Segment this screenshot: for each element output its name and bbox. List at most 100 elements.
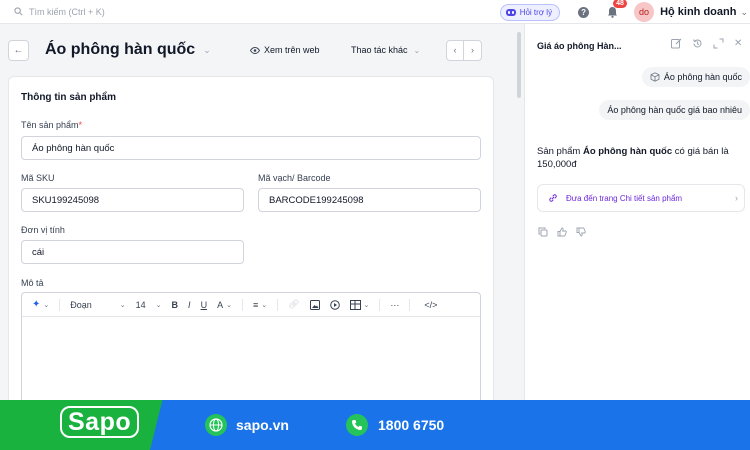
play-icon bbox=[329, 299, 340, 310]
image-button[interactable] bbox=[309, 299, 320, 310]
answer-text-prefix: Sản phẩm bbox=[537, 146, 583, 157]
video-button[interactable] bbox=[329, 299, 340, 310]
divider bbox=[59, 298, 61, 311]
link-text: Đưa đến trang Chi tiết sản phẩm bbox=[566, 193, 683, 203]
globe-icon bbox=[205, 414, 227, 436]
context-chip-label: Áo phông hàn quốc bbox=[663, 72, 742, 82]
chevron-down-icon: ⌄ bbox=[155, 301, 162, 309]
sku-field[interactable]: SKU199245098 bbox=[21, 188, 244, 212]
top-bar: Tìm kiếm (Ctrl + K) Hỏi trợ lý ? 48 do H… bbox=[0, 0, 750, 24]
unit-field[interactable]: cái bbox=[21, 240, 244, 264]
back-button[interactable]: ← bbox=[8, 39, 29, 61]
website-text: sapo.vn bbox=[236, 417, 289, 433]
chevron-down-icon: ⌄ bbox=[413, 45, 421, 55]
product-detail-link[interactable]: Đưa đến trang Chi tiết sản phẩm › bbox=[537, 184, 745, 212]
close-icon[interactable]: ✕ bbox=[734, 38, 742, 49]
ai-sparkle-button[interactable]: ✦ ⌄ bbox=[32, 299, 49, 310]
chevron-down-icon: ⌄ bbox=[363, 301, 370, 309]
product-name-label: Tên sản phẩm* bbox=[21, 120, 82, 130]
font-size-select[interactable]: 14 ⌄ bbox=[136, 300, 162, 310]
link-icon bbox=[549, 194, 557, 202]
chevron-down-icon: ⌄ bbox=[119, 301, 126, 309]
table-button[interactable]: ⌄ bbox=[349, 299, 370, 310]
conversation-title: Giá áo phông Hàn... bbox=[537, 41, 622, 51]
global-search[interactable]: Tìm kiếm (Ctrl + K) bbox=[14, 7, 105, 17]
font-color-button[interactable]: A ⌄ bbox=[217, 300, 232, 310]
product-name-label-text: Tên sản phẩm bbox=[21, 120, 79, 130]
italic-button[interactable]: I bbox=[188, 300, 191, 310]
website-link[interactable]: sapo.vn bbox=[205, 414, 289, 436]
panel-actions: ✕ bbox=[671, 38, 750, 49]
ai-icon bbox=[505, 8, 516, 16]
section-title: Thông tin sản phẩm bbox=[21, 92, 116, 103]
feedback-actions bbox=[538, 227, 595, 237]
context-chip[interactable]: Áo phông hàn quốc bbox=[641, 67, 750, 87]
view-web-label: Xem trên web bbox=[264, 45, 320, 55]
sku-label: Mã SKU bbox=[21, 173, 55, 183]
page-title: Áo phông hàn quốc bbox=[45, 41, 196, 58]
phone-number: 1800 6750 bbox=[378, 417, 445, 433]
source-code-button[interactable]: </> bbox=[424, 300, 437, 310]
user-message: Áo phông hàn quốc giá bao nhiêu bbox=[599, 100, 750, 120]
link-button[interactable]: 🔗︎ bbox=[288, 299, 299, 310]
sparkle-icon: ✦ bbox=[32, 299, 41, 310]
hotline[interactable]: 1800 6750 bbox=[346, 414, 444, 436]
thumbs-down-icon[interactable] bbox=[576, 227, 586, 237]
history-icon[interactable] bbox=[692, 38, 703, 49]
link-icon: 🔗︎ bbox=[288, 299, 300, 309]
edit-icon[interactable] bbox=[671, 38, 682, 49]
assistant-answer: Sản phẩm Áo phông hàn quốc có giá bán là… bbox=[537, 145, 747, 171]
assistant-panel: Giá áo phông Hàn... ✕ Áo phông hàn quốc … bbox=[525, 24, 750, 400]
description-label: Mô tả bbox=[21, 278, 44, 288]
scrollbar[interactable] bbox=[517, 32, 521, 98]
underline-button[interactable]: U bbox=[201, 300, 208, 310]
page-header: ← Áo phông hàn quốc ⌄ Xem trên web Thao … bbox=[0, 30, 510, 70]
chevron-down-icon[interactable]: ⌄ bbox=[203, 45, 211, 56]
table-icon bbox=[349, 299, 361, 310]
image-icon bbox=[309, 299, 320, 310]
search-icon bbox=[14, 7, 23, 16]
pager: ‹ › bbox=[446, 39, 482, 61]
business-name[interactable]: Hộ kinh doanh bbox=[660, 6, 736, 18]
editor-toolbar: ✦ ⌄ Đoạn ⌄ 14 ⌄ B I U A ⌄ ≡ ⌄ 🔗︎ ⌄ ··· <… bbox=[22, 293, 480, 317]
copy-icon[interactable] bbox=[538, 227, 548, 237]
more-button[interactable]: ··· bbox=[390, 300, 399, 310]
eye-icon bbox=[250, 46, 260, 54]
sapo-banner: Sapo sapo.vn 1800 6750 bbox=[0, 400, 750, 450]
align-left-icon: ≡ bbox=[252, 299, 259, 310]
arrow-left-icon: ← bbox=[13, 44, 24, 56]
product-name-field[interactable]: Áo phông hàn quốc bbox=[21, 136, 481, 160]
ask-assistant-button[interactable]: Hỏi trợ lý bbox=[499, 3, 561, 21]
align-button[interactable]: ≡ ⌄ bbox=[253, 300, 267, 310]
next-button[interactable]: › bbox=[464, 41, 481, 60]
barcode-field[interactable]: BARCODE199245098 bbox=[258, 188, 481, 212]
more-actions-dropdown[interactable]: Thao tác khác ⌄ bbox=[351, 45, 420, 55]
cube-icon bbox=[650, 72, 660, 82]
chevron-down-icon: ⌄ bbox=[261, 301, 268, 309]
chevron-down-icon[interactable]: ⌄ bbox=[740, 7, 748, 18]
divider bbox=[409, 298, 411, 311]
previous-button[interactable]: ‹ bbox=[447, 40, 464, 60]
bold-button[interactable]: B bbox=[172, 300, 179, 310]
thumbs-up-icon[interactable] bbox=[557, 227, 567, 237]
sapo-logo: Sapo bbox=[52, 406, 147, 438]
notifications-button[interactable]: 48 bbox=[607, 0, 627, 18]
description-editor[interactable]: ✦ ⌄ Đoạn ⌄ 14 ⌄ B I U A ⌄ ≡ ⌄ 🔗︎ ⌄ ··· <… bbox=[21, 292, 481, 407]
font-size-value: 14 bbox=[135, 299, 146, 310]
search-placeholder: Tìm kiếm (Ctrl + K) bbox=[29, 6, 105, 17]
expand-icon[interactable] bbox=[713, 38, 724, 49]
barcode-label: Mã vạch/ Barcode bbox=[258, 173, 331, 183]
help-icon[interactable]: ? bbox=[578, 6, 590, 18]
notification-badge: 48 bbox=[613, 0, 627, 8]
chevron-down-icon: ⌄ bbox=[226, 301, 232, 309]
divider bbox=[277, 298, 279, 311]
required-mark: * bbox=[78, 120, 83, 130]
paragraph-style-select[interactable]: Đoạn ⌄ bbox=[70, 300, 125, 310]
view-on-web-button[interactable]: Xem trên web bbox=[250, 45, 320, 55]
avatar[interactable]: do bbox=[634, 2, 655, 22]
divider bbox=[241, 298, 243, 311]
unit-label: Đơn vị tính bbox=[21, 225, 65, 235]
chevron-down-icon: ⌄ bbox=[43, 301, 50, 309]
more-actions-label: Thao tác khác bbox=[351, 45, 408, 55]
divider bbox=[379, 298, 381, 311]
